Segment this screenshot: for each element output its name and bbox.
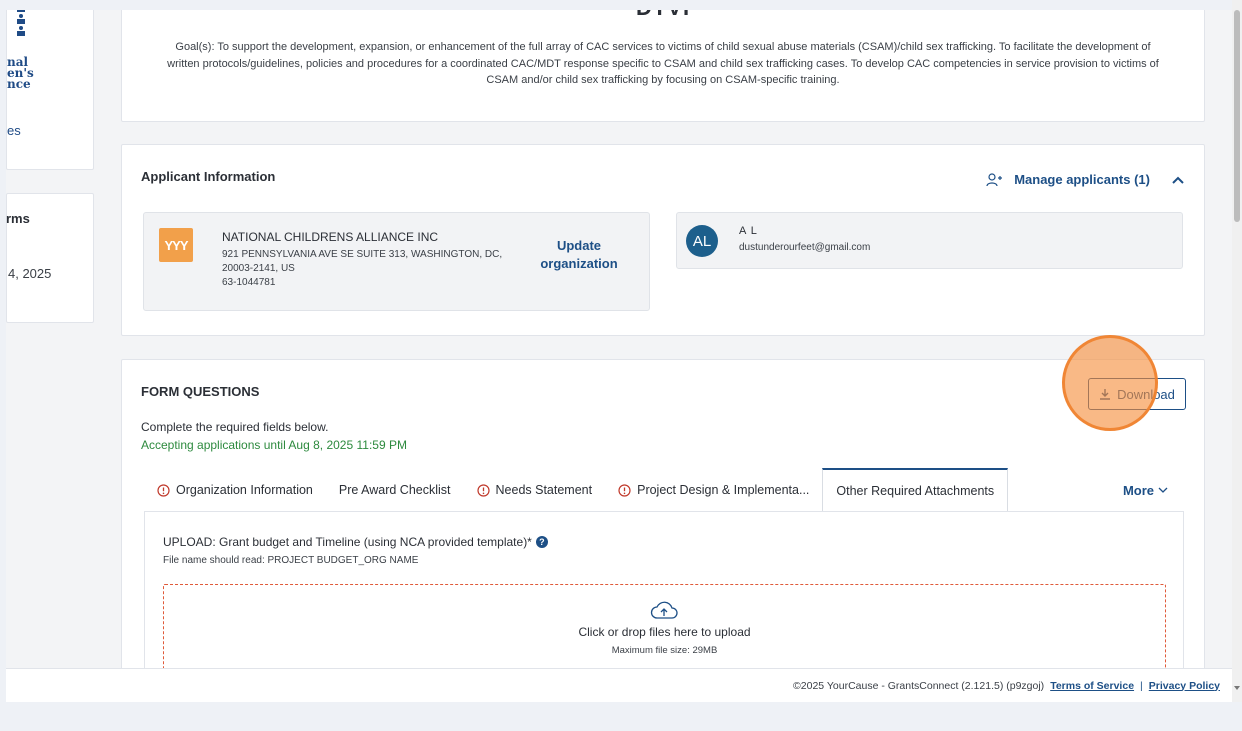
download-label: Download: [1117, 386, 1175, 402]
applicant-user-name: A L: [739, 225, 758, 237]
cloud-upload-icon: [650, 601, 678, 619]
required-fields-text: Complete the required fields below.: [141, 420, 329, 434]
program-title: DTVI: [122, 10, 1204, 21]
tab-label: Needs Statement: [495, 483, 593, 497]
form-tabs: Organization Information Pre Award Check…: [144, 468, 1184, 512]
sidebar-section-label: rms: [6, 211, 30, 226]
program-goal-text: Goal(s): To support the development, exp…: [167, 41, 1159, 86]
upload-field-hint: File name should read: PROJECT BUDGET_OR…: [163, 555, 419, 566]
page-footer: ©2025 YourCause - GrantsConnect (2.121.5…: [6, 668, 1232, 702]
help-icon[interactable]: ?: [535, 536, 548, 548]
tab-needs-statement[interactable]: Needs Statement: [464, 468, 606, 512]
more-label: More: [1122, 482, 1154, 498]
footer-separator: |: [1140, 679, 1143, 692]
applicant-user-email: dustunderourfeet@gmail.com: [739, 242, 871, 253]
program-goal-card: DTVI Goal(s): To support the development…: [121, 10, 1205, 122]
sidebar-date: 4, 2025: [8, 266, 52, 281]
download-button[interactable]: Download: [1088, 378, 1186, 410]
chevron-down-icon: [1158, 487, 1168, 493]
tab-label: Project Design & Implementa...: [637, 483, 810, 497]
add-user-icon[interactable]: [986, 172, 1004, 187]
tab-label: Organization Information: [176, 483, 313, 497]
nca-logo-icon: [17, 10, 25, 36]
organization-logo: YYY: [159, 228, 193, 262]
page-viewport: nal en's nce es rms 4, 2025 DTVI Goal(s)…: [6, 10, 1232, 702]
organization-name: NATIONAL CHILDRENS ALLIANCE INC: [222, 230, 439, 244]
warning-icon: [157, 483, 170, 497]
accepting-deadline-text: Accepting applications until Aug 8, 2025…: [141, 438, 407, 452]
tab-pre-award-checklist[interactable]: Pre Award Checklist: [326, 468, 464, 512]
organization-ein: 63-1044781: [222, 277, 276, 288]
tab-label: Other Required Attachments: [836, 484, 995, 498]
applicant-information-card: Applicant Information Manage applicants …: [121, 144, 1205, 336]
sidebar-link[interactable]: es: [7, 123, 21, 138]
chevron-up-icon[interactable]: [1172, 176, 1184, 184]
footer-copyright: ©2025 YourCause - GrantsConnect (2.121.5…: [793, 679, 1045, 692]
applicant-section-title: Applicant Information: [141, 169, 276, 184]
vertical-scrollbar[interactable]: [1232, 0, 1242, 702]
scrollbar-thumb[interactable]: [1234, 10, 1240, 222]
form-questions-card: FORM QUESTIONS Download Complete the req…: [121, 359, 1205, 702]
warning-icon: [476, 483, 490, 497]
sidebar-logo-card: nal en's nce es: [6, 10, 94, 170]
avatar: AL: [686, 225, 718, 257]
form-questions-title: FORM QUESTIONS: [141, 384, 260, 399]
organization-address-line: 921 PENNSYLVANIA AVE SE SUITE 313, WASHI…: [222, 249, 503, 274]
nca-logo-text: nal en's nce: [7, 56, 34, 91]
tab-organization-information[interactable]: Organization Information: [144, 468, 326, 512]
upload-field-label: UPLOAD: Grant budget and Timeline (using…: [163, 535, 548, 549]
manage-applicants-button[interactable]: Manage applicants (1): [1014, 172, 1150, 187]
organization-box: YYY NATIONAL CHILDRENS ALLIANCE INC 921 …: [143, 212, 650, 311]
tab-project-design[interactable]: Project Design & Implementa...: [605, 468, 822, 512]
organization-address: 921 PENNSYLVANIA AVE SE SUITE 313, WASHI…: [222, 248, 522, 290]
applicant-user-box: AL A L dustunderourfeet@gmail.com: [676, 212, 1183, 269]
terms-of-service-link[interactable]: Terms of Service: [1050, 680, 1134, 692]
dropzone-text: Click or drop files here to upload: [578, 625, 751, 639]
tab-label: Pre Award Checklist: [338, 483, 451, 497]
scroll-down-arrow-icon[interactable]: [1234, 686, 1240, 690]
upload-label-text: UPLOAD: Grant budget and Timeline (using…: [163, 535, 532, 549]
more-tabs-button[interactable]: More: [1123, 468, 1184, 512]
logo-line-3: nce: [7, 77, 31, 91]
max-file-size-text: Maximum file size: 29MB: [611, 645, 718, 656]
privacy-policy-link[interactable]: Privacy Policy: [1149, 680, 1220, 692]
download-icon: [1100, 389, 1111, 400]
update-organization-link[interactable]: Update organization: [534, 237, 624, 273]
warning-icon: [618, 483, 631, 497]
tab-other-required-attachments[interactable]: Other Required Attachments: [822, 468, 1009, 512]
manage-applicants: Manage applicants (1): [986, 172, 1184, 187]
